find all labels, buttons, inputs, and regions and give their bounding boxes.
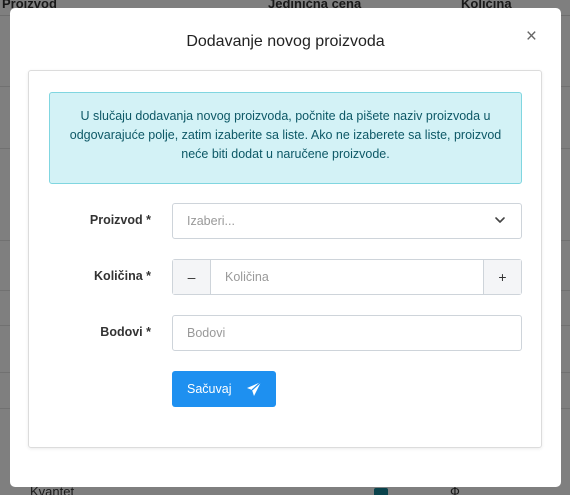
points-label: Bodovi *	[100, 325, 151, 339]
points-row: Bodovi *	[29, 315, 541, 351]
product-row: Proizvod * Izaberi...	[29, 203, 541, 239]
info-alert: U slučaju dodavanja novog proizvoda, poč…	[49, 92, 522, 184]
quantity-decrement-button[interactable]: –	[173, 260, 211, 294]
points-field	[172, 315, 522, 351]
quantity-increment-button[interactable]: +	[483, 260, 521, 294]
chevron-down-icon	[495, 217, 505, 223]
form-card: U slučaju dodavanja novog proizvoda, poč…	[28, 70, 542, 448]
points-input[interactable]	[173, 316, 521, 350]
quantity-stepper: – +	[172, 259, 522, 295]
product-select-placeholder: Izaberi...	[187, 214, 235, 228]
product-label: Proizvod *	[89, 213, 151, 227]
paper-plane-icon	[247, 381, 262, 396]
close-icon[interactable]: ×	[526, 27, 537, 47]
product-select[interactable]: Izaberi...	[172, 203, 522, 239]
quantity-label: Količina *	[94, 269, 151, 283]
quantity-row: Količina * – +	[29, 259, 541, 295]
modal-title: Dodavanje novog proizvoda	[186, 33, 385, 50]
save-button-label: Sačuvaj	[187, 382, 232, 396]
save-button[interactable]: Sačuvaj	[172, 371, 276, 407]
add-product-modal: Dodavanje novog proizvoda × U slučaju do…	[10, 8, 561, 487]
quantity-input[interactable]	[211, 260, 483, 294]
